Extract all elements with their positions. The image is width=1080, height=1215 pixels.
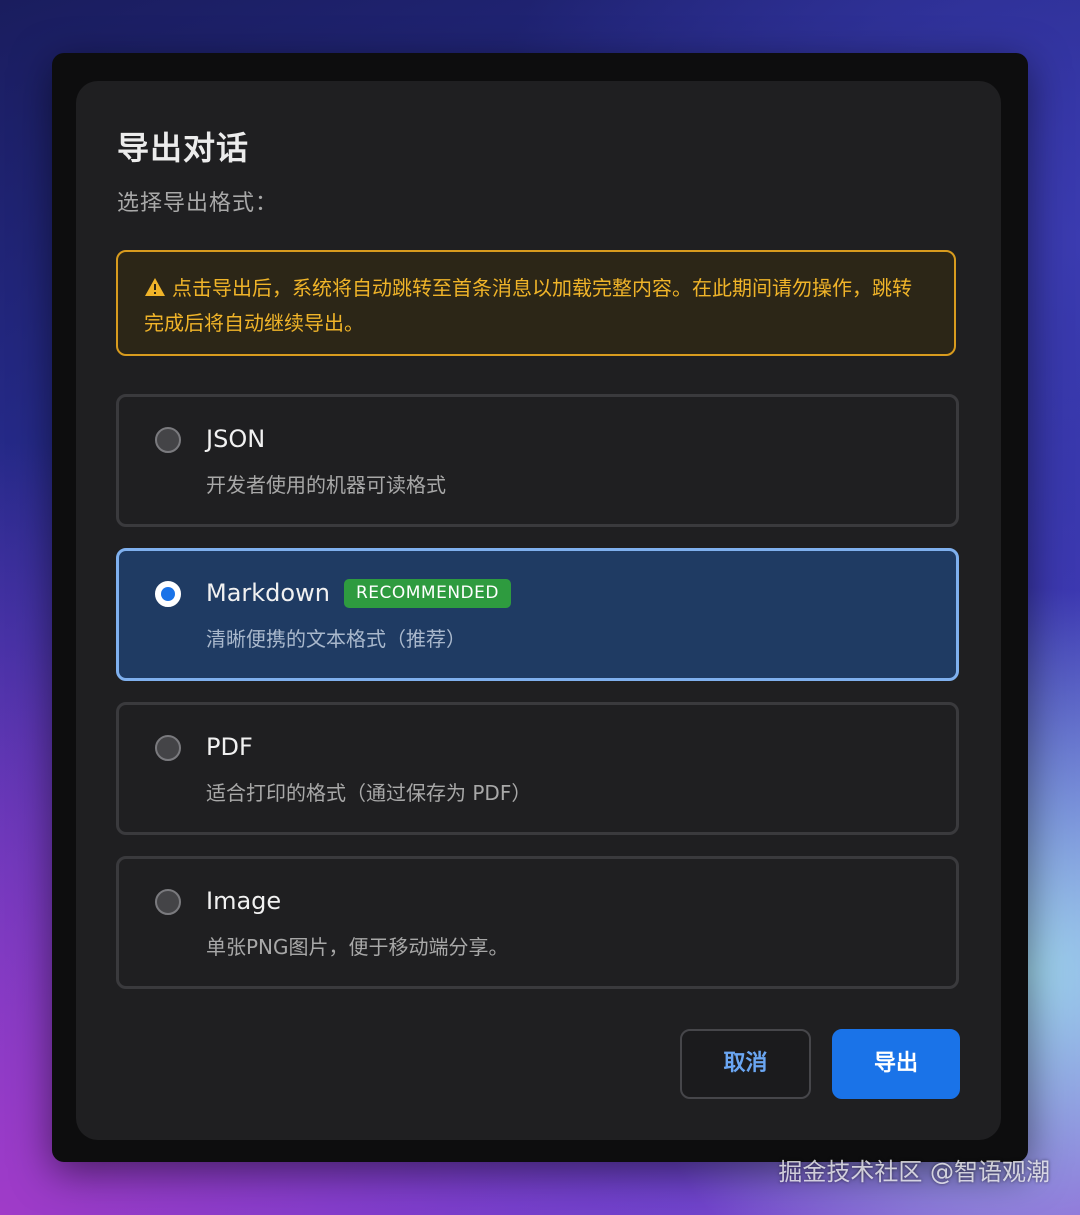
radio-json[interactable] [155,427,181,453]
export-dialog: 导出对话 选择导出格式： 点击导出后，系统将自动跳转至首条消息以加载完整内容。在… [76,81,1001,1140]
option-description: 适合打印的格式（通过保存为 PDF） [206,781,532,805]
option-description: 清晰便携的文本格式（推荐） [206,627,466,651]
option-description: 单张PNG图片，便于移动端分享。 [206,935,509,959]
dialog-title: 导出对话 [117,129,250,167]
option-description: 开发者使用的机器可读格式 [206,473,446,497]
warning-banner: 点击导出后，系统将自动跳转至首条消息以加载完整内容。在此期间请勿操作，跳转完成后… [116,250,956,356]
radio-image[interactable] [155,889,181,915]
export-button[interactable]: 导出 [832,1029,960,1099]
format-option-json[interactable]: JSON 开发者使用的机器可读格式 [116,394,959,527]
dialog-subtitle: 选择导出格式： [117,191,279,216]
watermark-text: 掘金技术社区 @智语观潮 [778,1158,1050,1186]
option-label: Markdown RECOMMENDED [206,579,511,608]
warning-triangle-icon [144,274,166,307]
format-option-markdown[interactable]: Markdown RECOMMENDED 清晰便携的文本格式（推荐） [116,548,959,681]
radio-markdown[interactable] [155,581,181,607]
warning-text: 点击导出后，系统将自动跳转至首条消息以加载完整内容。在此期间请勿操作，跳转完成后… [144,276,912,335]
recommended-badge: RECOMMENDED [343,579,511,608]
format-option-image[interactable]: Image 单张PNG图片，便于移动端分享。 [116,856,959,989]
format-option-pdf[interactable]: PDF 适合打印的格式（通过保存为 PDF） [116,702,959,835]
option-label: Image [206,887,282,915]
option-label: PDF [206,733,253,761]
cancel-button[interactable]: 取消 [680,1029,811,1099]
radio-pdf[interactable] [155,735,181,761]
option-label-text: Markdown [206,579,330,607]
option-label: JSON [206,425,266,453]
